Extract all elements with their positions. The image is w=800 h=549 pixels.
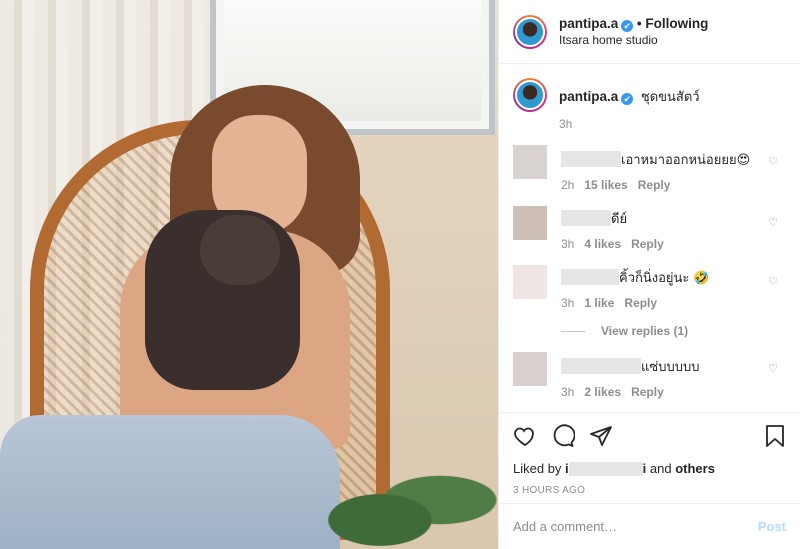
- action-bar: Liked by ii and others 3 HOURS AGO: [499, 412, 800, 496]
- list-item: แซ่บบบบบ 3h 2 likes Reply ♡: [513, 352, 786, 399]
- like-comment-heart-icon[interactable]: ♡: [768, 275, 778, 288]
- plant: [300, 460, 498, 549]
- view-replies-label: View replies (1): [601, 324, 689, 338]
- post-photo[interactable]: [0, 0, 498, 549]
- blurred-username[interactable]: [561, 210, 611, 226]
- caption-username[interactable]: pantipa.a: [559, 89, 618, 104]
- like-comment-heart-icon[interactable]: ♡: [768, 155, 778, 168]
- list-item: เอาหมาออกหน่อยยย😍 2h 15 likes Reply ♡: [513, 145, 786, 192]
- share-icon[interactable]: [589, 424, 613, 448]
- like-comment-heart-icon[interactable]: ♡: [768, 362, 778, 375]
- reply-button[interactable]: Reply: [631, 385, 664, 399]
- like-comment-heart-icon[interactable]: ♡: [768, 216, 778, 229]
- list-item: ดีย์ 3h 4 likes Reply ♡: [513, 206, 786, 251]
- verified-badge-icon: ✔: [621, 19, 634, 32]
- caption-avatar[interactable]: [513, 78, 547, 112]
- list-item: คิ้วก็นิ่งอยู่นะ 🤣 3h 1 like Reply ♡: [513, 265, 786, 310]
- reply-button[interactable]: Reply: [624, 296, 657, 310]
- commenter-avatar[interactable]: [513, 206, 547, 240]
- following-button[interactable]: • Following: [637, 16, 708, 31]
- comment-likes[interactable]: 4 likes: [584, 237, 621, 251]
- location-link[interactable]: Itsara home studio: [559, 32, 708, 48]
- commenter-avatar[interactable]: [513, 145, 547, 179]
- liked-by: Liked by ii and others: [513, 461, 786, 476]
- post-caption: pantipa.a ✔ ชุดขนสัตว์ 3h: [513, 78, 786, 131]
- comment-text: ดีย์: [611, 211, 628, 226]
- comment-likes[interactable]: 15 likes: [584, 178, 627, 192]
- blurred-username[interactable]: [561, 269, 619, 285]
- add-comment-input[interactable]: [513, 519, 758, 534]
- commenter-avatar[interactable]: [513, 265, 547, 299]
- reply-button[interactable]: Reply: [631, 237, 664, 251]
- commenter-avatar[interactable]: [513, 352, 547, 386]
- blurred-username[interactable]: [561, 358, 641, 374]
- jeans: [0, 415, 340, 549]
- username-link[interactable]: pantipa.a: [559, 16, 618, 31]
- others-link[interactable]: others: [675, 461, 715, 476]
- comment-likes[interactable]: 1 like: [584, 296, 614, 310]
- post-sidebar: pantipa.a ✔ • Following Itsara home studi…: [498, 0, 800, 549]
- comment-time: 3h: [561, 296, 575, 310]
- comment-time: 3h: [561, 385, 575, 399]
- post-button[interactable]: Post: [758, 519, 786, 534]
- reply-button[interactable]: Reply: [638, 178, 671, 192]
- bookmark-icon[interactable]: [764, 424, 786, 448]
- comments-list[interactable]: pantipa.a ✔ ชุดขนสัตว์ 3h เอาหมาออกหน่อยย…: [499, 64, 800, 412]
- comment-text: เอาหมาออกหน่อยยย😍: [621, 152, 751, 167]
- comment-time: 2h: [561, 178, 575, 192]
- post-header: pantipa.a ✔ • Following Itsara home studi…: [499, 0, 800, 64]
- post-timestamp: 3 HOURS AGO: [513, 485, 586, 496]
- dog-head: [200, 215, 280, 285]
- liked-by-and: and: [646, 461, 676, 476]
- comment-likes[interactable]: 2 likes: [584, 385, 621, 399]
- comment-icon[interactable]: [551, 424, 575, 448]
- comment-time: 3h: [561, 237, 575, 251]
- divider: [561, 330, 585, 332]
- blurred-liker-name[interactable]: [568, 462, 643, 476]
- view-replies-button[interactable]: View replies (1): [561, 324, 786, 338]
- comment-text: คิ้วก็นิ่งอยู่นะ 🤣: [619, 270, 710, 285]
- avatar[interactable]: [513, 14, 547, 49]
- caption-time: 3h: [559, 117, 573, 131]
- heart-icon[interactable]: [513, 424, 537, 448]
- add-comment-bar: Post: [499, 503, 800, 549]
- comment-text: แซ่บบบบบ: [641, 359, 700, 374]
- caption-text: ชุดขนสัตว์: [640, 89, 700, 104]
- liked-by-prefix: Liked by: [513, 461, 566, 476]
- blurred-username[interactable]: [561, 151, 621, 167]
- verified-badge-icon: ✔: [621, 93, 634, 105]
- post-window: pantipa.a ✔ • Following Itsara home studi…: [0, 0, 800, 549]
